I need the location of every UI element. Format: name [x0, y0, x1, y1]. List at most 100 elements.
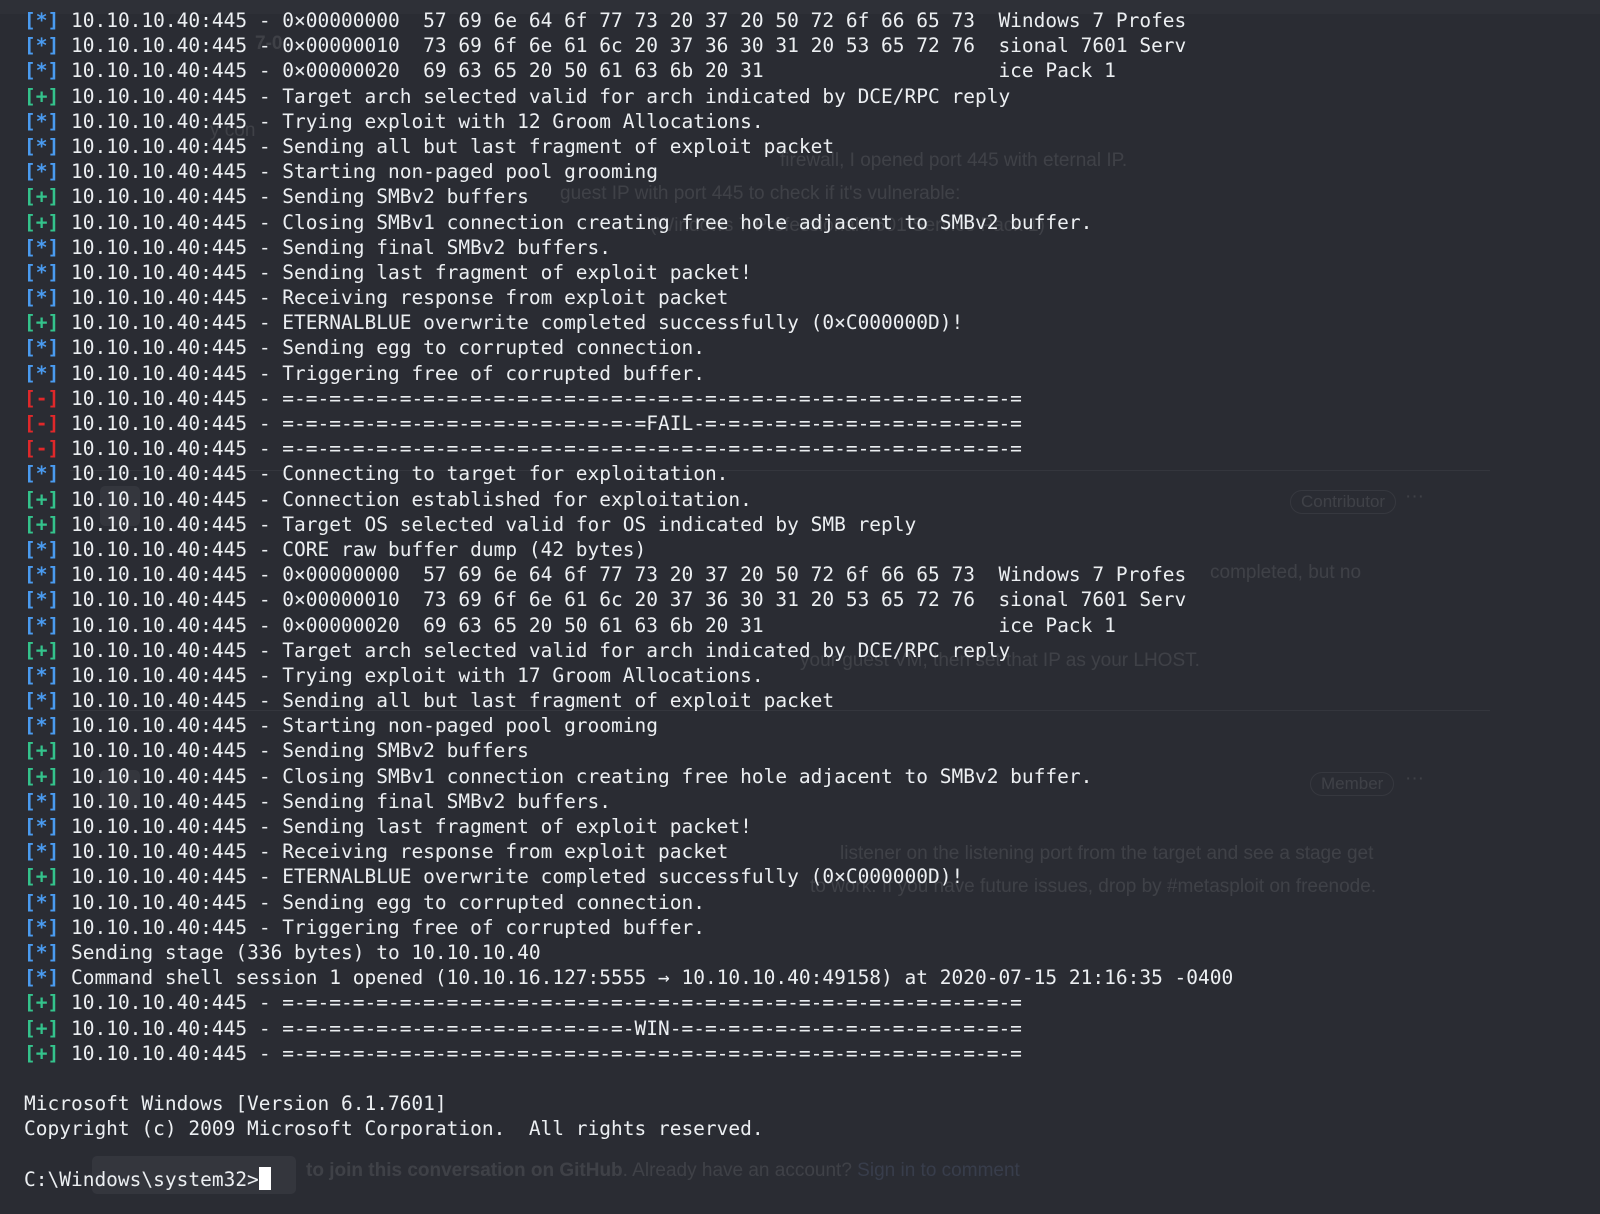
- terminal-line-text: 10.10.10.40:445 - Sending final SMBv2 bu…: [70, 235, 612, 259]
- status-tag-good: [+]: [24, 84, 60, 108]
- terminal-line: [*] Command shell session 1 opened (10.1…: [24, 965, 1584, 990]
- terminal-line: [*] 10.10.10.40:445 - Trying exploit wit…: [24, 109, 1584, 134]
- terminal-line-text: 10.10.10.40:445 - ETERNALBLUE overwrite …: [70, 865, 964, 889]
- terminal-line: [*] 10.10.10.40:445 - Sending final SMBv…: [24, 235, 1584, 260]
- status-tag-info: [*]: [24, 109, 60, 133]
- terminal-line-text: 10.10.10.40:445 - Starting non-paged poo…: [70, 714, 658, 738]
- status-tag-info: [*]: [24, 59, 60, 83]
- terminal-line-text: 10.10.10.40:445 - Sending egg to corrupt…: [70, 890, 705, 914]
- text-cursor[interactable]: [258, 1166, 271, 1190]
- terminal-line-text: 10.10.10.40:445 - =-=-=-=-=-=-=-=-=-=-=-…: [70, 991, 1022, 1015]
- terminal-line-text: 10.10.10.40:445 - 0×00000010 73 69 6f 6e…: [70, 34, 1187, 58]
- status-tag-info: [*]: [24, 940, 60, 964]
- terminal-line: [-] 10.10.10.40:445 - =-=-=-=-=-=-=-=-=-…: [24, 386, 1584, 411]
- status-tag-good: [+]: [24, 865, 60, 889]
- terminal-line: [+] 10.10.10.40:445 - =-=-=-=-=-=-=-=-=-…: [24, 1016, 1584, 1041]
- terminal-line: [*] 10.10.10.40:445 - Starting non-paged…: [24, 713, 1584, 738]
- status-tag-good: [+]: [24, 991, 60, 1015]
- status-tag-good: [+]: [24, 185, 60, 209]
- terminal-line-text: 10.10.10.40:445 - Sending SMBv2 buffers: [70, 185, 529, 209]
- terminal-line: [*] 10.10.10.40:445 - Starting non-paged…: [24, 159, 1584, 184]
- terminal-line: [-] 10.10.10.40:445 - =-=-=-=-=-=-=-=-=-…: [24, 436, 1584, 461]
- status-tag-info: [*]: [24, 663, 60, 687]
- terminal-line-text: 10.10.10.40:445 - 0×00000010 73 69 6f 6e…: [70, 588, 1187, 612]
- terminal-line-text: 10.10.10.40:445 - CORE raw buffer dump (…: [70, 537, 647, 561]
- terminal-line: [+] 10.10.10.40:445 - Target OS selected…: [24, 512, 1584, 537]
- status-tag-info: [*]: [24, 563, 60, 587]
- terminal-line-text: 10.10.10.40:445 - Triggering free of cor…: [70, 915, 705, 939]
- terminal-window[interactable]: 7-0 y con firewall, I opened port 445 wi…: [0, 0, 1600, 1214]
- status-tag-bad: [-]: [24, 437, 60, 461]
- status-tag-info: [*]: [24, 286, 60, 310]
- terminal-line-text: 10.10.10.40:445 - Receiving response fro…: [70, 286, 729, 310]
- terminal-line-text: 10.10.10.40:445 - Closing SMBv1 connecti…: [70, 764, 1093, 788]
- terminal-line-text: 10.10.10.40:445 - ETERNALBLUE overwrite …: [70, 311, 964, 335]
- terminal-line-text: 10.10.10.40:445 - Closing SMBv1 connecti…: [70, 210, 1093, 234]
- terminal-line: [+] 10.10.10.40:445 - ETERNALBLUE overwr…: [24, 310, 1584, 335]
- terminal-line: [+] 10.10.10.40:445 - Sending SMBv2 buff…: [24, 738, 1584, 763]
- terminal-line-text: 10.10.10.40:445 - Starting non-paged poo…: [70, 160, 658, 184]
- terminal-line-text: 10.10.10.40:445 - =-=-=-=-=-=-=-=-=-=-=-…: [70, 1041, 1022, 1065]
- command-prompt[interactable]: C:\Windows\system32>: [24, 1166, 1584, 1192]
- terminal-line: [*] 10.10.10.40:445 - Connecting to targ…: [24, 461, 1584, 486]
- status-tag-info: [*]: [24, 336, 60, 360]
- terminal-line-text: 10.10.10.40:445 - 0×00000000 57 69 6e 64…: [70, 563, 1187, 587]
- terminal-line-text: 10.10.10.40:445 - Receiving response fro…: [70, 840, 729, 864]
- terminal-line: [*] Sending stage (336 bytes) to 10.10.1…: [24, 940, 1584, 965]
- status-tag-info: [*]: [24, 588, 60, 612]
- status-tag-good: [+]: [24, 311, 60, 335]
- status-tag-info: [*]: [24, 361, 60, 385]
- terminal-line-text: 10.10.10.40:445 - Connecting to target f…: [70, 462, 729, 486]
- terminal-line: [*] 10.10.10.40:445 - 0×00000020 69 63 6…: [24, 58, 1584, 83]
- status-tag-info: [*]: [24, 235, 60, 259]
- terminal-line: [*] 10.10.10.40:445 - Sending egg to cor…: [24, 335, 1584, 360]
- terminal-output[interactable]: [*] 10.10.10.40:445 - 0×00000000 57 69 6…: [24, 8, 1584, 1192]
- terminal-line: [*] 10.10.10.40:445 - 0×00000000 57 69 6…: [24, 562, 1584, 587]
- status-tag-info: [*]: [24, 462, 60, 486]
- terminal-line-text: 10.10.10.40:445 - Trying exploit with 17…: [70, 663, 764, 687]
- status-tag-good: [+]: [24, 1041, 60, 1065]
- status-tag-good: [+]: [24, 487, 60, 511]
- terminal-line: [*] 10.10.10.40:445 - Receiving response…: [24, 285, 1584, 310]
- status-tag-info: [*]: [24, 160, 60, 184]
- terminal-line-text: 10.10.10.40:445 - Sending all but last f…: [70, 689, 835, 713]
- status-tag-info: [*]: [24, 613, 60, 637]
- terminal-line: [*] 10.10.10.40:445 - 0×00000000 57 69 6…: [24, 8, 1584, 33]
- status-tag-info: [*]: [24, 537, 60, 561]
- terminal-line-text: 10.10.10.40:445 - Sending last fragment …: [70, 260, 752, 284]
- terminal-line: [*] 10.10.10.40:445 - 0×00000010 73 69 6…: [24, 33, 1584, 58]
- copyright-banner: Copyright (c) 2009 Microsoft Corporation…: [24, 1117, 764, 1141]
- status-tag-good: [+]: [24, 638, 60, 662]
- status-tag-bad: [-]: [24, 412, 60, 435]
- terminal-line-text: 10.10.10.40:445 - =-=-=-=-=-=-=-=-=-=-=-…: [70, 412, 1022, 435]
- terminal-line: [+] 10.10.10.40:445 - =-=-=-=-=-=-=-=-=-…: [24, 1041, 1584, 1066]
- terminal-line: [*] 10.10.10.40:445 - Receiving response…: [24, 839, 1584, 864]
- status-tag-good: [+]: [24, 210, 60, 234]
- terminal-line-text: 10.10.10.40:445 - =-=-=-=-=-=-=-=-=-=-=-…: [70, 437, 1022, 461]
- terminal-line: [+] 10.10.10.40:445 - Sending SMBv2 buff…: [24, 184, 1584, 209]
- status-tag-good: [+]: [24, 739, 60, 763]
- terminal-line-text: 10.10.10.40:445 - Triggering free of cor…: [70, 361, 705, 385]
- status-tag-info: [*]: [24, 9, 60, 32]
- terminal-line: [*] 10.10.10.40:445 - Trying exploit wit…: [24, 663, 1584, 688]
- status-tag-info: [*]: [24, 789, 60, 813]
- terminal-line-text: 10.10.10.40:445 - Trying exploit with 12…: [70, 109, 764, 133]
- terminal-line: [+] 10.10.10.40:445 - ETERNALBLUE overwr…: [24, 864, 1584, 889]
- terminal-line-text: 10.10.10.40:445 - 0×00000000 57 69 6e 64…: [70, 9, 1187, 32]
- terminal-line-text: Sending stage (336 bytes) to 10.10.10.40: [70, 940, 541, 964]
- terminal-line: [*] 10.10.10.40:445 - Sending all but la…: [24, 688, 1584, 713]
- terminal-line: [*] 10.10.10.40:445 - CORE raw buffer du…: [24, 537, 1584, 562]
- terminal-line-text: 10.10.10.40:445 - Target OS selected val…: [70, 512, 917, 536]
- terminal-line: [*] 10.10.10.40:445 - 0×00000010 73 69 6…: [24, 587, 1584, 612]
- terminal-line: [*] 10.10.10.40:445 - Sending all but la…: [24, 134, 1584, 159]
- status-tag-info: [*]: [24, 714, 60, 738]
- status-tag-good: [+]: [24, 764, 60, 788]
- status-tag-info: [*]: [24, 689, 60, 713]
- status-tag-good: [+]: [24, 1016, 60, 1040]
- terminal-line-text: 10.10.10.40:445 - Sending egg to corrupt…: [70, 336, 705, 360]
- terminal-line: [*] 10.10.10.40:445 - Sending final SMBv…: [24, 789, 1584, 814]
- status-tag-bad: [-]: [24, 386, 60, 410]
- terminal-line-text: 10.10.10.40:445 - Target arch selected v…: [70, 84, 1011, 108]
